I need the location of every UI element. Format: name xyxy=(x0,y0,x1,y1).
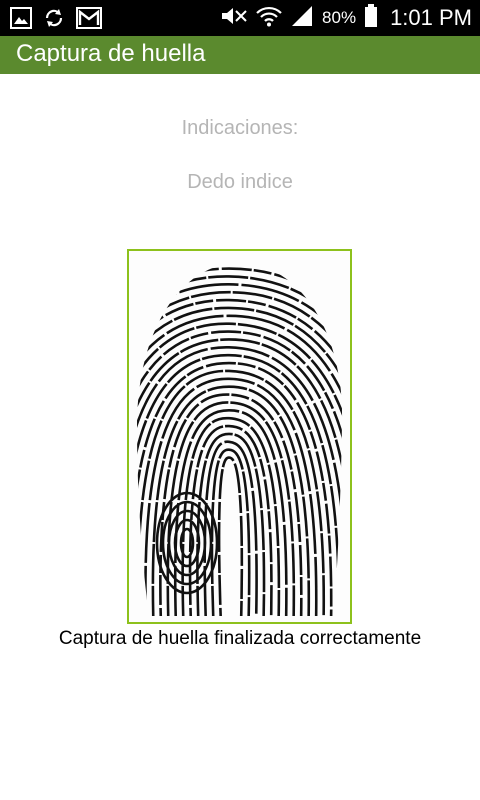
signal-icon xyxy=(290,5,314,32)
result-message: Captura de huella finalizada correctamen… xyxy=(58,628,422,649)
battery-percent: 80% xyxy=(322,8,357,27)
app-title: Captura de huella xyxy=(16,40,206,67)
instructions-label: Indicaciones: xyxy=(181,117,299,139)
mute-icon xyxy=(220,5,248,32)
fingerprint-drawing xyxy=(137,263,343,616)
gmail-icon xyxy=(76,7,102,34)
status-bar: 80% 1:01 PM xyxy=(0,0,480,36)
wifi-icon xyxy=(256,5,282,32)
status-bar-left xyxy=(10,6,102,35)
clock: 1:01 PM xyxy=(390,5,472,30)
sync-icon xyxy=(42,6,66,35)
app-bar: Captura de huella xyxy=(0,36,480,74)
fingerprint-image xyxy=(127,249,352,624)
battery-icon xyxy=(364,3,378,33)
status-bar-right: 80% 1:01 PM xyxy=(220,0,472,36)
finger-label: Dedo indice xyxy=(187,171,293,193)
gallery-icon xyxy=(10,7,32,34)
